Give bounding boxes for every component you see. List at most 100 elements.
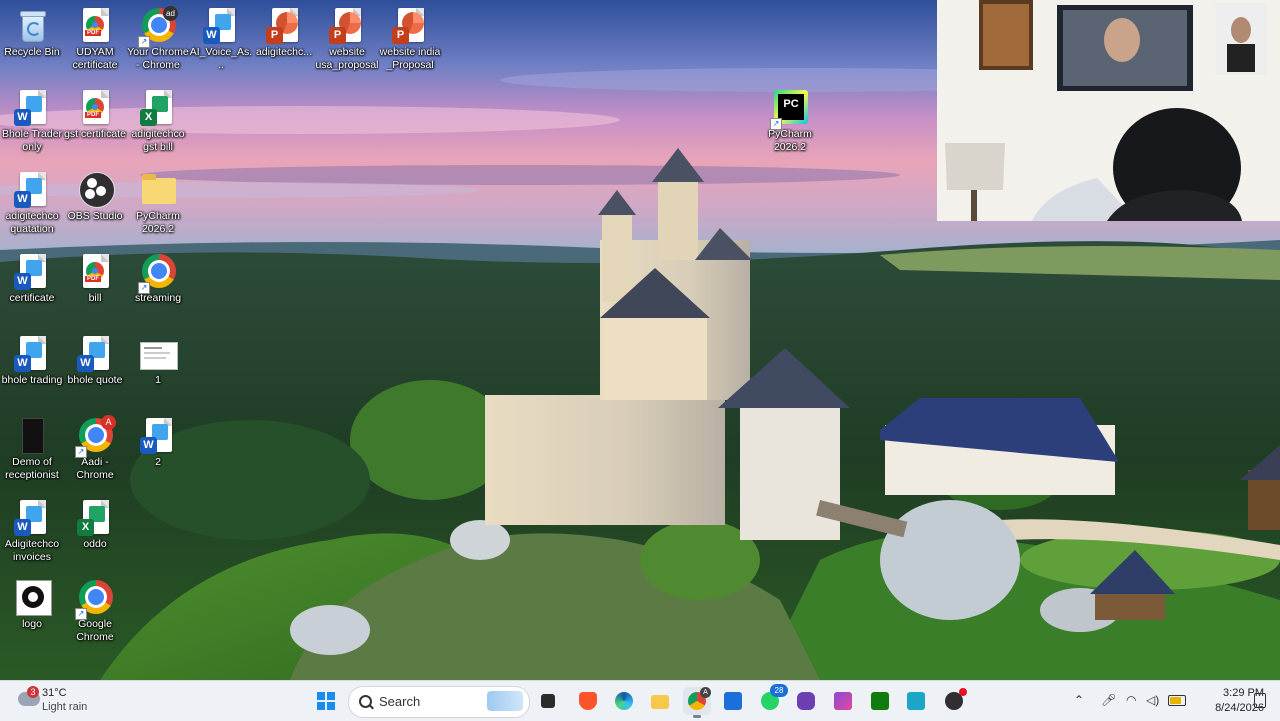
word-icon: W — [140, 418, 176, 454]
chrome-icon: ↗ — [138, 254, 176, 294]
desktop-icon-adigitechco-invoices[interactable]: W Adigitechco invoices — [0, 494, 64, 564]
desktop-icon-recycle-bin[interactable]: Recycle Bin — [0, 2, 64, 59]
taskbar-app-purple[interactable] — [792, 687, 820, 715]
volume-icon[interactable]: ◁) — [1146, 693, 1159, 707]
desktop-icon-bhole-trader-only[interactable]: W Bhole Trader only — [0, 84, 64, 154]
taskbar-xbox[interactable] — [866, 687, 894, 715]
taskbar-task-view[interactable] — [534, 687, 562, 715]
desktop-icon-label: streaming — [134, 292, 182, 304]
taskbar-obs[interactable] — [940, 687, 968, 715]
desktop-icon-udyam-certificate[interactable]: PDF UDYAM certificate — [63, 2, 127, 72]
pdf-icon: PDF — [77, 254, 113, 290]
search-placeholder: Search — [379, 694, 421, 709]
desktop-icon-google-chrome[interactable]: ↗ Google Chrome — [63, 574, 127, 644]
image-file-icon — [140, 336, 178, 372]
logo-file-icon — [14, 580, 52, 616]
excel-icon: X — [77, 500, 113, 536]
desktop-icon-label: OBS Studio — [67, 210, 123, 222]
desktop-icon-adigitechco-gst-bill[interactable]: X adigitechco gst bill — [126, 84, 190, 154]
desktop-icon-obs-studio[interactable]: OBS Studio — [63, 166, 127, 223]
taskbar-app-stack[interactable] — [829, 687, 857, 715]
brave-browser-icon — [579, 692, 597, 710]
desktop-icon-pycharm-folder[interactable]: PyCharm 2026.2 — [126, 166, 190, 236]
desktop-icon-label: gst certificate — [64, 128, 126, 140]
xbox-icon — [871, 692, 889, 710]
desktop-icon-adigitechc[interactable]: P adigitechc... — [252, 2, 316, 59]
chrome-icon: ↗ — [75, 580, 113, 620]
recycle-bin-icon — [14, 8, 50, 44]
teal-app-icon — [907, 692, 925, 710]
desktop-icon-1[interactable]: 1 — [126, 330, 190, 387]
desktop-icon-label: 2 — [155, 456, 161, 468]
desktop-icon-bill[interactable]: PDF bill — [63, 248, 127, 305]
notifications-icon[interactable] — [1254, 693, 1266, 708]
windows-logo-icon — [317, 692, 335, 710]
desktop-icon-label: bill — [88, 292, 102, 304]
search-icon-handle — [369, 704, 374, 710]
taskbar-whatsapp[interactable]: 28 — [756, 684, 788, 715]
start-button[interactable] — [312, 687, 340, 715]
powerpoint-icon: P — [392, 8, 428, 44]
desktop-icon-oddo[interactable]: X oddo — [63, 494, 127, 551]
desktop-icon-aadi-chrome[interactable]: A ↗ Aadi - Chrome — [63, 412, 127, 482]
desktop-icon-label: certificate — [9, 292, 55, 304]
word-icon: W — [14, 336, 50, 372]
desktop-icon-label: website usa_proposal — [315, 46, 379, 71]
desktop-icon-bhole-quote[interactable]: W bhole quote — [63, 330, 127, 387]
pycharm-icon: PC ↗ — [770, 90, 808, 130]
desktop-icon-label: bhole trading — [1, 374, 63, 386]
desktop-icon-ai-voice[interactable]: W AI_Voice_As... — [189, 2, 253, 72]
powerpoint-icon: P — [266, 8, 302, 44]
taskbar-edge[interactable] — [610, 687, 638, 715]
taskbar-search-box[interactable]: Search — [348, 686, 530, 718]
desktop-icon-label: 1 — [155, 374, 161, 386]
desktop-icon-label: adigitechco gst bill — [131, 128, 185, 153]
desktop-icon-gst-certificate[interactable]: PDF gst certificate — [63, 84, 127, 141]
excel-icon: X — [140, 90, 176, 126]
desktop-icon-streaming[interactable]: ↗ streaming — [126, 248, 190, 305]
taskbar: 3 31°C Light rain Search A 28 ⌃ 🎤︎ ◠ ◁) … — [0, 680, 1280, 721]
taskbar-file-explorer[interactable] — [646, 687, 674, 715]
desktop-icon-website-usa-proposal[interactable]: P website usa_proposal — [315, 2, 379, 72]
desktop-icon-label: adigitechc... — [255, 46, 313, 58]
folder-icon — [651, 695, 669, 709]
whatsapp-unread-badge: 28 — [770, 684, 788, 697]
powerpoint-icon: P — [329, 8, 365, 44]
desktop-icon-label: Recycle Bin — [4, 46, 60, 58]
taskbar-store[interactable] — [719, 687, 747, 715]
wifi-icon[interactable]: ◠ — [1126, 693, 1136, 707]
recording-dot-icon — [959, 688, 967, 696]
word-icon: W — [14, 500, 50, 536]
weather-description: Light rain — [42, 701, 88, 713]
show-hidden-icons-chevron-icon[interactable]: ⌃ — [1074, 693, 1084, 707]
desktop-icon-label: logo — [22, 618, 42, 630]
weather-widget[interactable]: 3 31°C Light rain — [12, 681, 122, 721]
desktop-icon-label: AI_Voice_As... — [189, 46, 253, 71]
taskbar-chrome[interactable]: A — [683, 687, 711, 718]
chrome-icon: A ↗ — [75, 415, 116, 458]
taskbar-brave[interactable] — [574, 687, 602, 715]
desktop-icon-label: Your Chrome - Chrome — [127, 46, 189, 71]
desktop-icon-pycharm[interactable]: PC ↗ PyCharm 2026.2 — [758, 84, 822, 154]
desktop-icon-label: PyCharm 2026.2 — [136, 210, 180, 235]
desktop-icon-adigitechco-quatation[interactable]: W adigitechco quatation — [0, 166, 64, 236]
microphone-icon[interactable]: 🎤︎ — [1101, 693, 1116, 707]
desktop-icon-certificate[interactable]: W certificate — [0, 248, 64, 305]
folder-icon — [140, 172, 176, 208]
edge-browser-icon — [615, 692, 633, 710]
desktop-icon-label: Demo of receptionist — [5, 456, 59, 481]
word-icon: W — [77, 336, 113, 372]
desktop-icon-logo[interactable]: logo — [0, 574, 64, 631]
desktop-icon-label: Bhole Trader only — [1, 128, 63, 153]
desktop-icon-demo-of-receptionist[interactable]: Demo of receptionist — [0, 412, 64, 482]
desktop-icon-website-india-proposal[interactable]: P website india _Proposal — [378, 2, 442, 72]
desktop-icon-your-chrome[interactable]: ad ↗ Your Chrome - Chrome — [126, 2, 190, 72]
webcam-overlay — [937, 0, 1280, 221]
word-icon: W — [14, 172, 50, 208]
video-file-icon — [14, 418, 50, 454]
chrome-profile-badge: A — [700, 687, 711, 698]
desktop-icon-bhole-trading[interactable]: W bhole trading — [0, 330, 64, 387]
taskbar-app-teal[interactable] — [902, 687, 930, 715]
task-view-icon — [541, 694, 555, 708]
desktop-icon-2[interactable]: W 2 — [126, 412, 190, 469]
